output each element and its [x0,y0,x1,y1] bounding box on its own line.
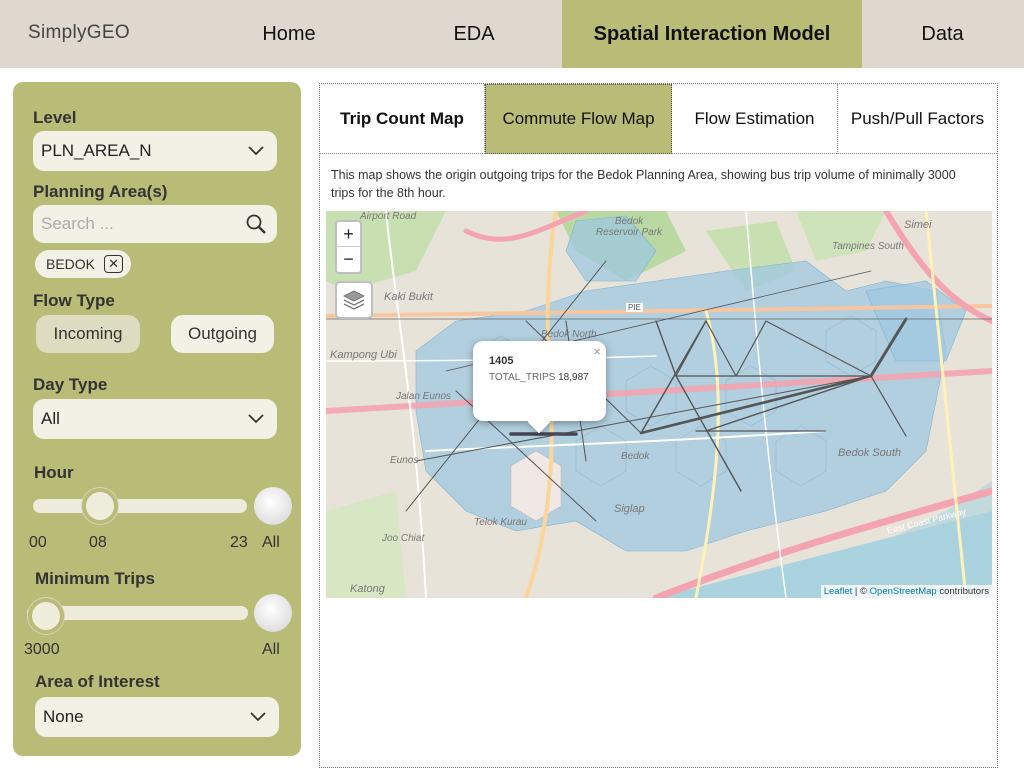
main-panel: Trip Count Map Commute Flow Map Flow Est… [319,83,998,768]
map-label: Jalan Eunos [396,391,452,402]
hour-slider-handle[interactable] [82,488,118,524]
min-trips-tick-all: All [262,641,280,658]
attribution-separator: | © [852,586,870,597]
search-input[interactable] [41,214,241,234]
layers-button[interactable] [335,281,373,319]
brand-logo-text[interactable]: SimplyGEO [28,22,130,44]
map-attribution: Leaflet | © OpenStreetMap contributors [820,585,992,598]
nav-home[interactable]: Home [230,0,348,68]
hour-label: Hour [34,463,74,482]
layers-icon [343,290,365,310]
osm-link[interactable]: OpenStreetMap [870,586,937,597]
top-navbar: SimplyGEO Home EDA Spatial Interaction M… [0,0,1024,68]
nav-data[interactable]: Data [880,0,1005,68]
zoom-in-button[interactable]: + [337,222,360,247]
nav-eda[interactable]: EDA [414,0,534,68]
map-label: Kaki Bukit [384,291,433,303]
popup-key: TOTAL_TRIPS [489,372,556,383]
map-label: Airport Road [360,211,417,222]
search-icon [246,214,266,234]
min-trips-slider-handle[interactable] [28,598,64,634]
map-popup: × 1405 TOTAL_TRIPS 18,987 [473,341,606,421]
map-label: Simei [904,219,932,231]
chevron-down-icon [248,414,264,424]
hour-tick-min: 00 [29,534,47,551]
map-label: Bedok Reservoir Park [595,216,663,238]
min-trips-tick-min: 3000 [24,641,60,658]
popup-value: 18,987 [558,372,589,383]
flow-type-incoming-button[interactable]: Incoming [36,315,140,353]
chevron-down-icon [250,712,266,722]
tab-commute-flow-map[interactable]: Commute Flow Map [485,84,672,154]
day-type-select[interactable]: All [33,399,277,439]
hour-tick-value: 08 [89,534,107,551]
map-label: Katong [350,583,385,595]
hour-all-toggle[interactable] [254,487,292,525]
hour-tick-all: All [262,534,280,551]
selected-area-chip: BEDOK ✕ [35,250,132,278]
day-type-select-value: All [41,409,60,428]
map-label: Bedok [621,451,650,462]
map-label: Telok Kurau [474,517,527,528]
hour-tick-max: 23 [230,534,248,551]
area-of-interest-label: Area of Interest [35,672,160,691]
planning-area-label: Planning Area(s) [33,182,168,201]
chevron-down-icon [248,146,264,156]
remove-chip-icon[interactable]: ✕ [104,255,124,273]
attribution-tail: contributors [936,586,989,597]
area-of-interest-value: None [43,707,84,726]
day-type-label: Day Type [33,375,108,394]
nav-spatial-interaction-model[interactable]: Spatial Interaction Model [562,0,862,68]
map-label: Siglap [614,503,645,515]
commute-flow-map[interactable]: Airport Road Bedok Reservoir Park Kaki B… [326,211,992,598]
popup-row: TOTAL_TRIPS 18,987 [489,372,606,383]
flow-type-label: Flow Type [33,291,115,310]
map-label: Kampong Ubi [330,349,397,361]
map-label: Eunos [390,455,419,466]
level-label: Level [33,108,77,127]
map-label: Bedok North [541,329,597,340]
map-description: This map shows the origin outgoing trips… [331,168,956,200]
tab-flow-estimation[interactable]: Flow Estimation [672,84,838,154]
popup-title: 1405 [489,355,514,367]
map-tiles [326,211,992,598]
tab-trip-count-map[interactable]: Trip Count Map [320,84,485,154]
level-select-value: PLN_AREA_N [41,141,152,160]
leaflet-link[interactable]: Leaflet [824,586,853,597]
tab-bar: Trip Count Map Commute Flow Map Flow Est… [320,84,997,154]
flow-type-outgoing-button[interactable]: Outgoing [171,315,274,353]
chip-label: BEDOK [46,256,96,272]
area-of-interest-select[interactable]: None [35,697,279,737]
zoom-out-button[interactable]: − [337,247,360,272]
map-zoom-control: + − [335,220,362,274]
filter-sidebar: Level PLN_AREA_N Planning Area(s) BEDOK … [13,82,301,756]
map-label: Joo Chiat [382,533,425,544]
map-label: Bedok South [838,447,901,459]
tab-push-pull-factors[interactable]: Push/Pull Factors [838,84,997,154]
popup-close-icon[interactable]: × [593,344,601,359]
min-trips-all-toggle[interactable] [254,594,292,632]
map-label: Tampines South [832,241,904,252]
planning-area-search[interactable] [33,205,277,243]
map-label: PIE [626,303,643,312]
min-trips-label: Minimum Trips [35,569,155,588]
hour-slider-track[interactable] [33,499,247,513]
level-select[interactable]: PLN_AREA_N [33,131,277,171]
